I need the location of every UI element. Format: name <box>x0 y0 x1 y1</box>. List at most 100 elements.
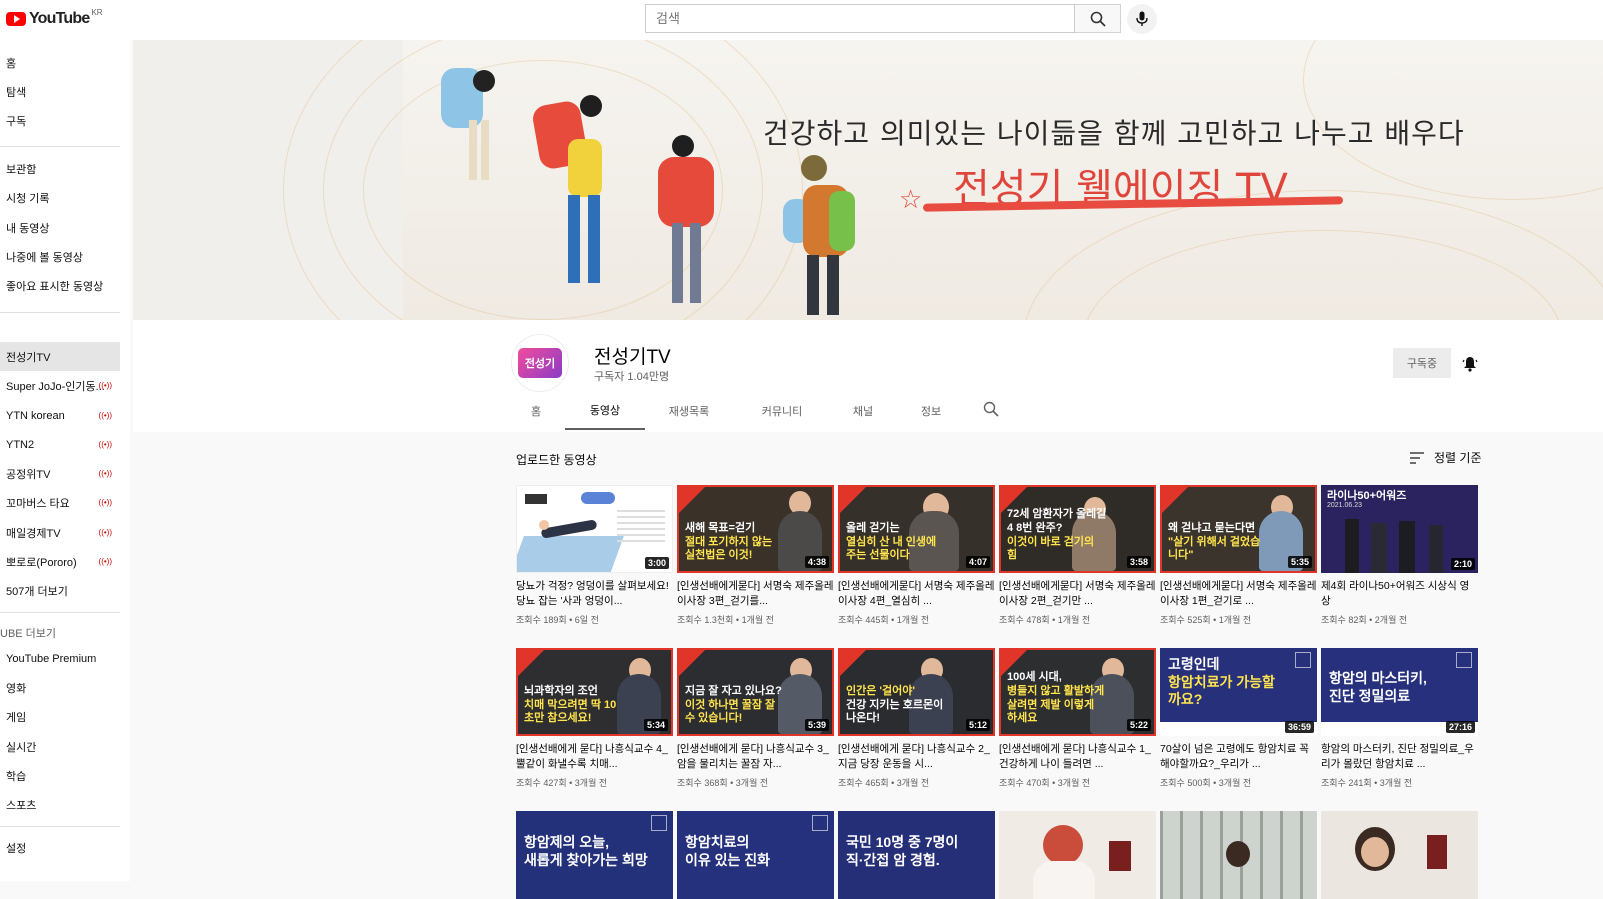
sidebar-item-premium[interactable]: YouTube Premium <box>0 644 120 673</box>
sidebar-item-home[interactable]: 홈 <box>0 48 120 77</box>
video-title[interactable]: [인생선배에게 묻다] 나흥식교수 4_ 뿔같이 화낼수록 치매... <box>516 742 673 772</box>
video-thumbnail[interactable]: 항암의 마스터키, 진단 정밀의료 27:16 <box>1321 648 1478 736</box>
thumb-corner-tag <box>840 487 866 513</box>
sidebar-item-your-videos[interactable]: 내 동영상 <box>0 213 120 242</box>
sidebar-item-movies[interactable]: 영화 <box>0 673 120 702</box>
channel-search-button[interactable] <box>983 401 999 422</box>
sidebar-item-subscriptions[interactable]: 구독 <box>0 106 120 135</box>
sidebar-sub-item[interactable]: 매일경제TV ((•)) <box>0 518 120 547</box>
video-thumbnail[interactable]: 72세 암환자가 올레길 4 8번 완주? 이것이 바로 걷기의 힘 3:58 <box>999 485 1156 573</box>
video-title[interactable]: 당뇨가 걱정? 엉덩이를 살펴보세요! 당뇨 잡는 '사과 엉덩이... <box>516 579 673 609</box>
video-thumbnail[interactable]: 국민 10명 중 7명이 직·간접 암 경험. <box>838 811 995 899</box>
video-meta: 조회수 525회 • 1개월 전 <box>1160 615 1252 625</box>
sidebar-item-learning[interactable]: 학습 <box>0 761 120 790</box>
video-thumbnail[interactable] <box>1160 811 1317 899</box>
sidebar-sub-item[interactable]: Super JoJo-인기동... ((•)) <box>0 371 120 400</box>
video-thumbnail[interactable]: 지금 잘 자고 있나요? 이것 하나면 꿀잠 잘 수 있습니다! 5:39 <box>677 648 834 736</box>
video-thumbnail[interactable]: 100세 시대, 병들지 않고 활발하게 살려면 제발 이렇게 하세요 5:22 <box>999 648 1156 736</box>
video-title[interactable]: 제4회 라이나50+어워즈 시상식 영상 <box>1321 579 1478 609</box>
video-thumbnail[interactable]: 뇌과학자의 조언 치매 막으려면 딱 10초만 참으세요! 5:34 <box>516 648 673 736</box>
video-thumbnail[interactable]: 라이나50+어워즈 2021.06.23 2:10 <box>1321 485 1478 573</box>
video-title[interactable]: [인생선배에게 묻다] 나흥식교수 2_지금 당장 운동을 시... <box>838 742 995 772</box>
video-card[interactable]: 새해 목표=걷기 절대 포기하지 않는 실천법은 이것! 4:38 [인생선배에게… <box>677 485 834 626</box>
sidebar-item-library[interactable]: 보관함 <box>0 154 120 183</box>
sidebar-item-gaming[interactable]: 게임 <box>0 702 120 731</box>
thumbnail-text: 항암의 마스터키, 진단 정밀의료 <box>1329 670 1469 705</box>
video-card[interactable]: 뇌과학자의 조언 치매 막으려면 딱 10초만 참으세요! 5:34 [인생선배에… <box>516 648 673 789</box>
thumb-line: 이것이 바로 걷기의 힘 <box>1007 535 1095 562</box>
video-title[interactable]: 항암의 마스터키, 진단 정밀의료_우리가 몰랐던 항암치료 ... <box>1321 742 1478 772</box>
video-card[interactable]: 항암의 마스터키, 진단 정밀의료 27:16 항암의 마스터키, 진단 정밀의료… <box>1321 648 1478 789</box>
video-thumbnail[interactable]: 항암치료의 이유 있는 진화 <box>677 811 834 899</box>
video-thumbnail[interactable]: 항암제의 오늘, 새롭게 찾아가는 희망 <box>516 811 673 899</box>
video-thumbnail[interactable]: 올레 걷기는 열심히 산 내 인생에 주는 선물이다 4:07 <box>838 485 995 573</box>
video-card[interactable]: 라이나50+어워즈 2021.06.23 2:10 제4회 라이나50+어워즈 … <box>1321 485 1478 626</box>
video-thumbnail[interactable]: 왜 걷냐고 묻는다면 "살기 위해서 걸었습니다" 5:35 <box>1160 485 1317 573</box>
tab-about[interactable]: 정보 <box>901 392 961 430</box>
video-thumbnail[interactable]: 인간은 '걸어야' 건강 지키는 호르몬이 나온다! 5:12 <box>838 648 995 736</box>
sidebar-item-live[interactable]: 실시간 <box>0 732 120 761</box>
sidebar-sub-item[interactable]: YTN korean ((•)) <box>0 401 120 430</box>
sidebar-sub-item[interactable]: 전성기TV <box>0 342 120 371</box>
video-card[interactable]: 100세 시대, 병들지 않고 활발하게 살려면 제발 이렇게 하세요 5:22 … <box>999 648 1156 789</box>
video-duration: 4:38 <box>804 556 829 568</box>
live-icon: ((•)) <box>98 557 112 566</box>
tab-videos[interactable]: 동영상 <box>565 392 645 430</box>
video-title[interactable]: [인생선배에게 묻다] 나흥식교수 3_ 암을 물리치는 꿀잠 자... <box>677 742 834 772</box>
logo-region: KR <box>91 7 103 17</box>
tab-community[interactable]: 커뮤니티 <box>737 392 827 430</box>
video-card[interactable]: 72세 암환자가 올레길 4 8번 완주? 이것이 바로 걷기의 힘 3:58 [… <box>999 485 1156 626</box>
thumbnail-text: 100세 시대, 병들지 않고 활발하게 살려면 제발 이렇게 하세요 <box>1007 671 1107 726</box>
video-card[interactable] <box>1321 811 1478 899</box>
sidebar-show-more[interactable]: 507개 더보기 <box>0 576 120 605</box>
video-card[interactable]: 항암치료의 이유 있는 진화 <box>677 811 834 899</box>
video-card[interactable]: 인간은 '걸어야' 건강 지키는 호르몬이 나온다! 5:12 [인생선배에게 묻… <box>838 648 995 789</box>
search-button[interactable] <box>1075 4 1121 33</box>
sidebar-sub-item[interactable]: YTN2 ((•)) <box>0 430 120 459</box>
search-input[interactable] <box>646 5 1074 32</box>
video-card[interactable] <box>1160 811 1317 899</box>
sidebar-sub-item[interactable]: 뽀로로(Pororo) ((•)) <box>0 547 120 576</box>
sidebar-item-sports[interactable]: 스포츠 <box>0 790 120 819</box>
video-thumbnail[interactable]: 고령인데 항암치료가 가능할까요? 36:59 <box>1160 648 1317 736</box>
sidebar-sub-item[interactable]: 공정위TV ((•)) <box>0 459 120 488</box>
sidebar-item-watch-later[interactable]: 나중에 볼 동영상 <box>0 242 120 271</box>
sidebar-sub-item[interactable]: 꼬마버스 타요 ((•)) <box>0 488 120 517</box>
video-card[interactable] <box>999 811 1156 899</box>
video-card[interactable]: 고령인데 항암치료가 가능할까요? 36:59 70살이 넘은 고령에도 항암치료… <box>1160 648 1317 789</box>
youtube-logo[interactable]: YouTube KR <box>6 7 103 28</box>
tab-home[interactable]: 홈 <box>511 392 561 430</box>
notification-bell-button[interactable] <box>1458 352 1482 376</box>
video-thumbnail[interactable] <box>1321 811 1478 899</box>
video-title[interactable]: [인생선배에게묻다] 서명숙 제주올레 이사장 4편_열심히 ... <box>838 579 995 609</box>
video-card[interactable]: 지금 잘 자고 있나요? 이것 하나면 꿀잠 잘 수 있습니다! 5:39 [인생… <box>677 648 834 789</box>
search-icon <box>983 401 999 417</box>
video-card[interactable]: 항암제의 오늘, 새롭게 찾아가는 희망 <box>516 811 673 899</box>
video-card[interactable]: 왜 걷냐고 묻는다면 "살기 위해서 걸었습니다" 5:35 [인생선배에게묻다]… <box>1160 485 1317 626</box>
video-title[interactable]: [인생선배에게묻다] 서명숙 제주올레 이사장 1편_걷기로 ... <box>1160 579 1317 609</box>
voice-search-button[interactable] <box>1127 4 1157 34</box>
subscribed-button[interactable]: 구독중 <box>1393 348 1451 378</box>
video-thumbnail[interactable]: 새해 목표=걷기 절대 포기하지 않는 실천법은 이것! 4:38 <box>677 485 834 573</box>
video-meta: 조회수 478회 • 1개월 전 <box>999 615 1091 625</box>
video-card[interactable]: 국민 10명 중 7명이 직·간접 암 경험. <box>838 811 995 899</box>
video-thumbnail[interactable] <box>999 811 1156 899</box>
sidebar-item-label: 학습 <box>6 770 27 783</box>
tab-channels[interactable]: 채널 <box>833 392 893 430</box>
sidebar-item-history[interactable]: 시청 기록 <box>0 183 120 212</box>
channel-avatar[interactable]: 전성기 <box>511 334 569 392</box>
sidebar-item-explore[interactable]: 탐색 <box>0 77 120 106</box>
video-card[interactable]: 3:00 당뇨가 걱정? 엉덩이를 살펴보세요! 당뇨 잡는 '사과 엉덩이..… <box>516 485 673 626</box>
thumb-badge <box>1456 652 1472 668</box>
video-title[interactable]: 70살이 넘은 고령에도 항암치료 꼭 해야할까요?_우리가 ... <box>1160 742 1317 772</box>
sidebar-item-liked-videos[interactable]: 좋아요 표시한 동영상 <box>0 271 120 300</box>
search-box <box>645 4 1075 33</box>
video-title[interactable]: [인생선배에게 묻다] 나흥식교수 1_ 건강하게 나이 들려면 ... <box>999 742 1156 772</box>
video-title[interactable]: [인생선배에게묻다] 서명숙 제주올레 이사장 2편_걷기만 ... <box>999 579 1156 609</box>
video-title[interactable]: [인생선배에게묻다] 서명숙 제주올레 이사장 3편_걷기를... <box>677 579 834 609</box>
sidebar-item-settings[interactable]: 설정 <box>0 833 120 862</box>
video-card[interactable]: 올레 걷기는 열심히 산 내 인생에 주는 선물이다 4:07 [인생선배에게묻다… <box>838 485 995 626</box>
video-thumbnail[interactable]: 3:00 <box>516 485 673 573</box>
sort-button[interactable]: 정렬 기준 <box>1410 449 1482 466</box>
tab-playlists[interactable]: 재생목록 <box>649 392 729 430</box>
